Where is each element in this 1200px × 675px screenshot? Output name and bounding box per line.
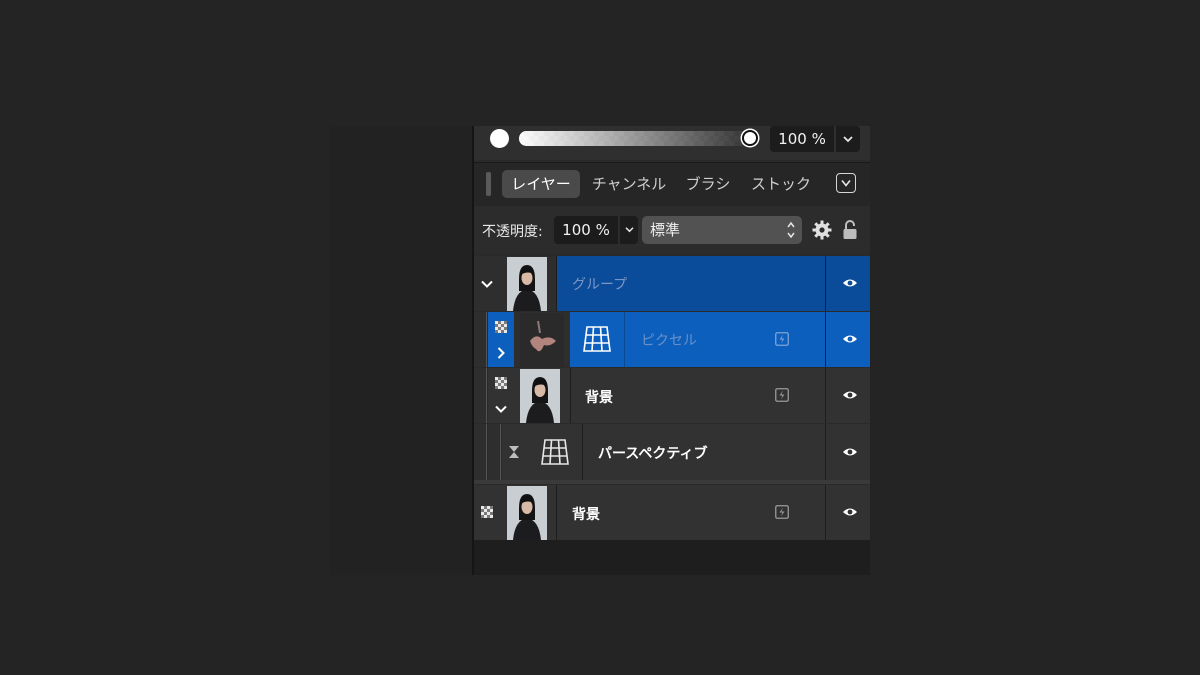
layer-options-bar: 不透明度: 100 % 標準 (474, 206, 870, 254)
group-divider (474, 480, 870, 484)
layer-row-perspective[interactable]: パースペクティブ (474, 424, 870, 480)
panel-grip-handle[interactable] (486, 172, 491, 196)
portrait-thumbnail (507, 257, 547, 311)
hourglass-icon (509, 446, 519, 458)
eye-icon (843, 279, 857, 287)
eye-icon (843, 508, 857, 516)
chevron-down-icon (841, 180, 851, 187)
lightning-icon[interactable] (775, 505, 789, 519)
layer-row-group[interactable]: グループ (474, 256, 870, 311)
checker-icon (495, 321, 507, 333)
eye-icon (843, 448, 857, 456)
tab-stock[interactable]: ストック (746, 170, 816, 198)
tab-channels[interactable]: チャンネル (588, 170, 670, 198)
layer-thumb-cell (500, 485, 556, 540)
alpha-slider-handle[interactable] (742, 130, 758, 146)
portrait-thumbnail (520, 369, 560, 423)
layer-name: グループ (572, 277, 628, 293)
mesh-grid-icon (583, 326, 611, 352)
layer-opacity-dropdown[interactable] (620, 216, 638, 244)
mesh-icon-cell (570, 312, 624, 367)
eye-icon (843, 335, 857, 343)
lightning-icon[interactable] (775, 332, 789, 346)
alpha-value-field[interactable]: 100 % (770, 126, 834, 152)
visibility-toggle[interactable] (825, 256, 870, 311)
group-name-cell[interactable]: グループ (557, 256, 825, 311)
panel-tab-bar: レイヤー チャンネル ブラシ ストック (474, 162, 870, 207)
panel-menu-button[interactable] (836, 173, 856, 193)
layer-side-cell[interactable] (488, 368, 514, 423)
visibility-toggle[interactable] (825, 424, 870, 480)
color-opacity-strip: 100 % (474, 126, 870, 160)
layer-name: パースペクティブ (598, 446, 708, 462)
layer-name-cell[interactable]: 背景 (571, 368, 825, 423)
chevron-down-icon (481, 280, 493, 288)
pixel-name-cell[interactable]: ピクセル (625, 312, 825, 367)
pixel-side-cell[interactable] (488, 312, 514, 367)
visibility-toggle[interactable] (825, 368, 870, 423)
layer-thumb-cell (500, 256, 556, 311)
tab-brushes[interactable]: ブラシ (680, 170, 736, 198)
alpha-dropdown-button[interactable] (836, 126, 860, 152)
mesh-grid-icon (541, 439, 569, 465)
opacity-label: 不透明度: (482, 224, 543, 240)
layer-row-background[interactable]: 背景 (474, 485, 870, 540)
layer-name: ピクセル (641, 333, 697, 349)
chevron-down-icon (624, 227, 634, 233)
pixel-thumbnail (520, 313, 564, 367)
panel-empty-area (474, 540, 870, 575)
filter-name-cell[interactable]: パースペクティブ (583, 424, 825, 480)
chevron-right-icon (497, 347, 505, 359)
layer-name-cell[interactable]: 背景 (557, 485, 825, 540)
blend-mode-select[interactable]: 標準 (642, 216, 802, 244)
tab-layers[interactable]: レイヤー (502, 170, 580, 198)
layer-opacity-field[interactable]: 100 % (554, 216, 618, 244)
canvas-area (330, 126, 472, 575)
color-swatch[interactable] (490, 129, 509, 148)
layer-name: 背景 (572, 507, 600, 523)
mesh-icon-cell (528, 424, 582, 480)
layers-panel: 100 % レイヤー チャンネル ブラシ ストック 不透明度: 100 % 標準 (472, 126, 870, 575)
eye-icon (843, 391, 857, 399)
group-expand-toggle[interactable] (474, 256, 500, 311)
lock-icon[interactable] (842, 219, 858, 241)
layer-thumb-cell (514, 368, 570, 423)
lightning-icon[interactable] (775, 388, 789, 402)
checker-icon (481, 506, 493, 518)
up-down-arrows-icon (787, 221, 795, 239)
layer-row-background-nested[interactable]: 背景 (474, 368, 870, 423)
blend-mode-value: 標準 (650, 221, 681, 239)
layer-thumb-cell (514, 312, 570, 367)
visibility-toggle[interactable] (825, 312, 870, 367)
visibility-toggle[interactable] (825, 485, 870, 540)
layer-name: 背景 (585, 390, 613, 406)
layer-side-cell[interactable] (474, 485, 500, 540)
chevron-down-icon (495, 405, 507, 413)
filter-side-cell[interactable] (502, 424, 528, 480)
portrait-thumbnail (507, 486, 547, 540)
alpha-slider[interactable] (519, 131, 755, 146)
gear-icon[interactable] (812, 220, 832, 240)
layer-row-pixel[interactable]: ピクセル (474, 312, 870, 367)
checker-icon (495, 377, 507, 389)
chevron-down-icon (843, 136, 853, 143)
